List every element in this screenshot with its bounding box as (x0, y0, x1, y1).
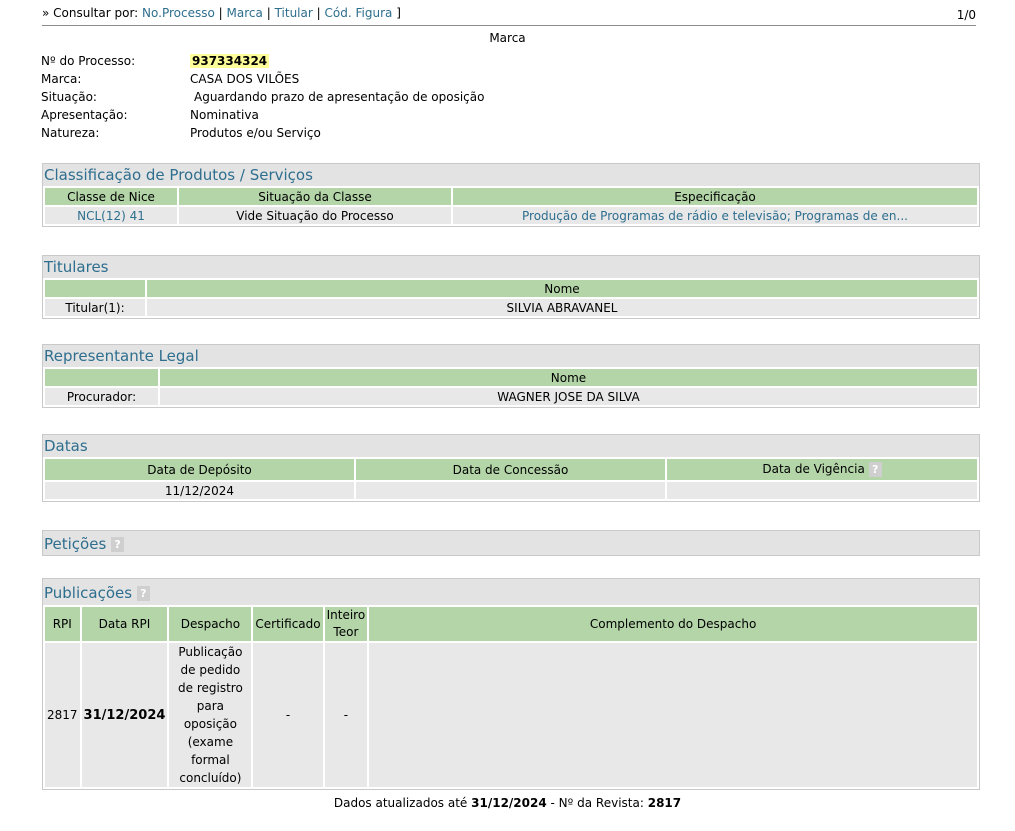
procurador-label: Procurador: (45, 388, 158, 405)
search-link-figura[interactable]: Cód. Figura (325, 6, 393, 20)
representante-section: Representante Legal Nome Procurador: WAG… (42, 344, 980, 408)
apresentacao-label: Apresentação: (41, 108, 128, 122)
marca-label: Marca: (41, 72, 82, 86)
col-nome: Nome (160, 369, 977, 386)
search-link-titular[interactable]: Titular (275, 6, 313, 20)
col-classe-nice: Classe de Nice (45, 188, 177, 205)
complemento-value (369, 643, 977, 787)
search-link-processo[interactable]: No.Processo (142, 6, 215, 20)
publicacoes-title-text: Publicações (44, 584, 133, 602)
help-icon[interactable]: ? (136, 586, 150, 601)
datas-title: Datas (43, 435, 979, 457)
col-certificado: Certificado (253, 607, 323, 641)
data-rpi-value: 31/12/2024 (81, 643, 168, 787)
footer-prefix: Dados atualizados até (333, 796, 468, 810)
col-rpi: RPI (45, 607, 80, 641)
col-empty (45, 369, 158, 386)
footer-revista: 2817 (647, 796, 682, 810)
pagination: 1/0 (956, 8, 976, 22)
datas-table: Data de Depósito Data de Concessão Data … (43, 457, 979, 501)
peticoes-section: Petições ? (42, 530, 980, 556)
representante-title: Representante Legal (43, 345, 979, 367)
col-despacho: Despacho (169, 607, 252, 641)
col-empty (45, 280, 145, 297)
processo-number: 937334324 (190, 54, 270, 68)
procurador-name: WAGNER JOSE DA SILVA (160, 388, 977, 405)
especificacao-link[interactable]: Produção de Programas de rádio e televis… (453, 207, 977, 224)
col-especificacao: Especificação (453, 188, 977, 205)
rpi-value: 2817 (45, 643, 80, 787)
search-by-suffix: ] (396, 6, 401, 20)
processo-label: Nº do Processo: (41, 54, 136, 68)
col-data-concessao: Data de Concessão (356, 459, 665, 480)
apresentacao-value: Nominativa (190, 108, 259, 122)
publicacoes-title: Publicações ? (43, 579, 979, 605)
titular-label: Titular(1): (45, 299, 145, 316)
inteiro-teor-value: - (324, 643, 368, 787)
footer-middle: - Nº da Revista: (550, 796, 644, 810)
table-row: Procurador: WAGNER JOSE DA SILVA (45, 388, 977, 405)
classificacao-section: Classificação de Produtos / Serviços Cla… (42, 163, 980, 227)
data-vigencia-value (667, 482, 977, 499)
col-data-deposito: Data de Depósito (45, 459, 354, 480)
classificacao-table: Classe de Nice Situação da Classe Especi… (43, 186, 979, 226)
col-complemento: Complemento do Despacho (369, 607, 977, 641)
datas-section: Datas Data de Depósito Data de Concessão… (42, 434, 980, 502)
help-icon[interactable]: ? (111, 537, 125, 552)
situacao-classe-cell: Vide Situação do Processo (179, 207, 451, 224)
help-icon[interactable]: ? (868, 462, 882, 477)
footer-status: Dados atualizados até 31/12/2024 - Nº da… (0, 796, 1015, 810)
search-link-marca[interactable]: Marca (227, 6, 263, 20)
col-data-vigencia: Data de Vigência ? (667, 459, 977, 480)
natureza-label: Natureza: (41, 126, 100, 140)
classificacao-title: Classificação de Produtos / Serviços (43, 164, 979, 186)
col-situacao-classe: Situação da Classe (179, 188, 451, 205)
publicacoes-table: RPI Data RPI Despacho Certificado Inteir… (43, 605, 979, 789)
publicacoes-section: Publicações ? RPI Data RPI Despacho Cert… (42, 578, 980, 790)
col-data-rpi: Data RPI (81, 607, 168, 641)
col-nome: Nome (147, 280, 977, 297)
search-by-label: » Consultar por: (42, 6, 139, 20)
representante-table: Nome Procurador: WAGNER JOSE DA SILVA (43, 367, 979, 407)
certificado-value: - (253, 643, 323, 787)
search-by-bar: » Consultar por: No.Processo | Marca | T… (42, 6, 976, 26)
table-row: NCL(12) 41 Vide Situação do Processo Pro… (45, 207, 977, 224)
data-concessao-value (356, 482, 665, 499)
situacao-label: Situação: (41, 90, 97, 104)
natureza-value: Produtos e/ou Serviço (190, 126, 321, 140)
peticoes-title[interactable]: Petições ? (43, 531, 979, 555)
table-row: 11/12/2024 (45, 482, 977, 499)
col-inteiro-teor: Inteiro Teor (324, 607, 368, 641)
titulares-title: Titulares (43, 256, 979, 278)
situacao-value: Aguardando prazo de apresentação de opos… (194, 90, 485, 104)
table-row: Titular(1): SILVIA ABRAVANEL (45, 299, 977, 316)
titular-name: SILVIA ABRAVANEL (147, 299, 977, 316)
page-title: Marca (489, 31, 526, 45)
footer-date: 31/12/2024 (471, 796, 547, 810)
peticoes-title-text: Petições (44, 535, 107, 553)
marca-value: CASA DOS VILÕES (190, 72, 300, 86)
classe-nice-link[interactable]: NCL(12) 41 (45, 207, 177, 224)
data-vigencia-label: Data de Vigência (762, 462, 865, 476)
despacho-value: Publicação de pedido de registro para op… (169, 643, 252, 787)
titulares-section: Titulares Nome Titular(1): SILVIA ABRAVA… (42, 255, 980, 319)
data-deposito-value: 11/12/2024 (45, 482, 354, 499)
table-row: 2817 31/12/2024 Publicação de pedido de … (45, 643, 977, 787)
titulares-table: Nome Titular(1): SILVIA ABRAVANEL (43, 278, 979, 318)
